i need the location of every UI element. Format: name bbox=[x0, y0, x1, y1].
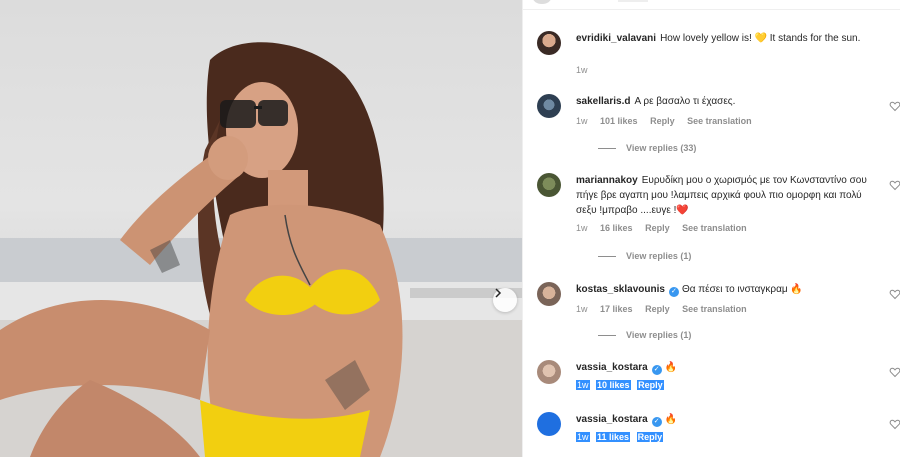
comment-time[interactable]: 1w bbox=[576, 116, 588, 126]
avatar[interactable] bbox=[537, 412, 561, 436]
comment-text: Α ρε βασαλο τι έχασες. bbox=[634, 96, 736, 107]
replies-divider bbox=[598, 148, 616, 150]
avatar[interactable] bbox=[537, 31, 561, 55]
view-replies-button[interactable]: View replies (33) bbox=[598, 143, 696, 153]
heart-icon[interactable] bbox=[889, 288, 900, 300]
post-photo bbox=[0, 0, 522, 457]
verified-badge-icon: ✓ bbox=[651, 365, 662, 375]
reply-button[interactable]: Reply bbox=[636, 432, 664, 442]
view-replies-label: View replies (33) bbox=[626, 143, 697, 153]
likes-count[interactable]: 10 likes bbox=[596, 380, 631, 390]
avatar[interactable] bbox=[537, 173, 561, 197]
photo-illustration bbox=[0, 42, 522, 457]
caption-body: evridiki_valavani How lovely yellow is! 💛… bbox=[576, 31, 876, 46]
likes-count[interactable]: 11 likes bbox=[596, 432, 631, 442]
comment-text: 🔥 bbox=[664, 414, 678, 425]
next-photo-button[interactable] bbox=[493, 288, 517, 312]
comment-time[interactable]: 1w bbox=[576, 432, 590, 442]
comment-text: 🔥 bbox=[664, 362, 678, 373]
header-strip bbox=[523, 0, 900, 10]
heart-icon[interactable] bbox=[889, 179, 900, 191]
avatar[interactable] bbox=[537, 360, 561, 384]
likes-count[interactable]: 17 likes bbox=[600, 304, 633, 314]
comment-body: vassia_kostara ✓ 🔥 bbox=[576, 360, 876, 375]
comment-time[interactable]: 1w bbox=[576, 304, 588, 314]
view-replies-button[interactable]: View replies (1) bbox=[598, 330, 691, 340]
reply-button[interactable]: Reply bbox=[645, 304, 670, 314]
comment-username[interactable]: vassia_kostara bbox=[576, 362, 648, 373]
heart-icon[interactable] bbox=[889, 366, 900, 378]
see-translation-link[interactable]: See translation bbox=[682, 304, 747, 314]
avatar[interactable] bbox=[537, 282, 561, 306]
caption-text: How lovely yellow is! 💛 It stands for th… bbox=[660, 33, 861, 44]
comment-time[interactable]: 1w bbox=[576, 380, 590, 390]
caption-time[interactable]: 1w bbox=[576, 65, 588, 75]
see-translation-link[interactable]: See translation bbox=[682, 223, 747, 233]
comment-meta: 1w 11 likes Reply bbox=[576, 432, 667, 442]
avatar[interactable] bbox=[537, 94, 561, 118]
comment-time[interactable]: 1w bbox=[576, 223, 588, 233]
comment-text: Θα πέσει το ινσταγκραμ 🔥 bbox=[681, 284, 803, 295]
heart-icon[interactable] bbox=[889, 100, 900, 112]
comment-username[interactable]: sakellaris.d bbox=[576, 96, 630, 107]
reply-button[interactable]: Reply bbox=[650, 116, 675, 126]
comment-body: mariannakoy Ευρυδίκη μου ο χωρισμός με το… bbox=[576, 173, 876, 218]
comment-meta: 1w 101 likes Reply See translation bbox=[576, 116, 762, 126]
see-translation-link[interactable]: See translation bbox=[687, 116, 752, 126]
verified-badge-icon: ✓ bbox=[651, 417, 662, 427]
caption-username[interactable]: evridiki_valavani bbox=[576, 33, 656, 44]
likes-count[interactable]: 101 likes bbox=[600, 116, 638, 126]
comment-meta: 1w 16 likes Reply See translation bbox=[576, 223, 757, 233]
comment-body: kostas_sklavounis ✓ Θα πέσει το ινσταγκραμ… bbox=[576, 282, 876, 297]
view-replies-label: View replies (1) bbox=[626, 251, 692, 261]
view-replies-button[interactable]: View replies (1) bbox=[598, 251, 691, 261]
comment-meta: 1w 10 likes Reply bbox=[576, 380, 668, 390]
replies-divider bbox=[598, 256, 616, 258]
reply-button[interactable]: Reply bbox=[637, 380, 664, 390]
likes-count[interactable]: 16 likes bbox=[600, 223, 633, 233]
verified-badge-icon: ✓ bbox=[668, 287, 679, 297]
reply-button[interactable]: Reply bbox=[645, 223, 670, 233]
replies-divider bbox=[598, 335, 616, 337]
comment-username[interactable]: kostas_sklavounis bbox=[576, 284, 665, 295]
heart-icon[interactable] bbox=[889, 418, 900, 430]
comment-body: vassia_kostara ✓ 🔥 bbox=[576, 412, 876, 427]
view-replies-label: View replies (1) bbox=[626, 330, 692, 340]
comments-panel: evridiki_valavani How lovely yellow is! 💛… bbox=[522, 0, 900, 457]
comment-username[interactable]: vassia_kostara bbox=[576, 414, 648, 425]
comment-body: sakellaris.d Α ρε βασαλο τι έχασες. bbox=[576, 94, 876, 109]
chevron-right-icon bbox=[495, 288, 502, 298]
comment-meta: 1w 17 likes Reply See translation bbox=[576, 304, 757, 314]
caption-meta: 1w bbox=[576, 65, 598, 75]
comment-username[interactable]: mariannakoy bbox=[576, 175, 638, 186]
